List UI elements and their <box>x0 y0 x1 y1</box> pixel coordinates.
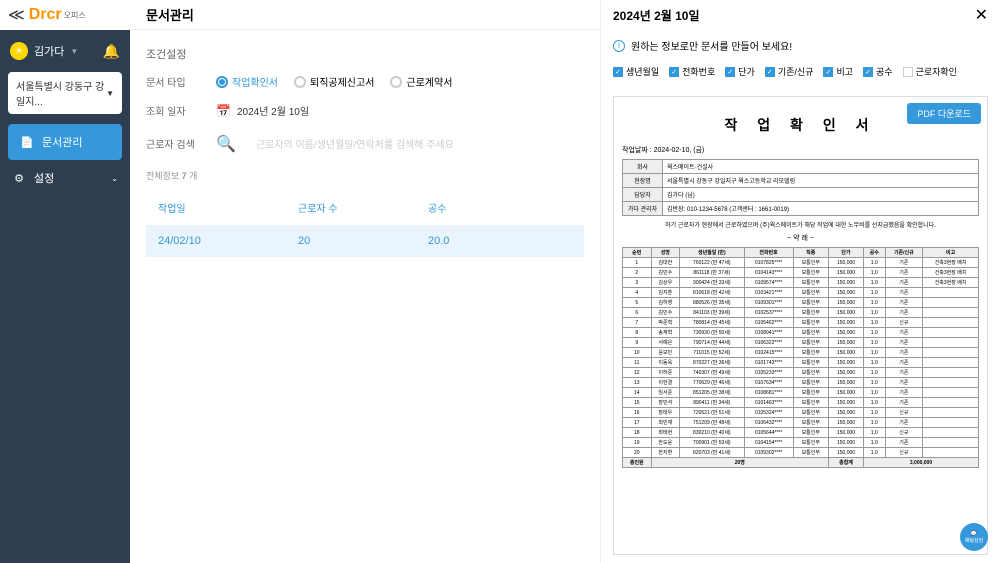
radio-work-confirm[interactable]: 작업확인서 <box>216 74 278 89</box>
doc-icon: 📄 <box>20 135 34 149</box>
banner-text: 원하는 정보로만 문서를 만들어 보세요! <box>631 38 792 53</box>
radio-label: 작업확인서 <box>232 74 278 89</box>
gear-icon: ⚙ <box>12 171 26 185</box>
worker-row: 7박준혁780814 (만 45세)0105462****보통인부150,000… <box>623 318 979 328</box>
radio-label: 근로계약서 <box>406 74 452 89</box>
worker-row: 2김민수861118 (만 37세)0104143****보통인부150,000… <box>623 268 979 278</box>
radio-retirement[interactable]: 퇴직공제신고서 <box>294 74 374 89</box>
nav-doc-mgmt[interactable]: 📄 문서관리 <box>8 124 122 160</box>
check-icon: ✓ <box>863 67 873 77</box>
chevron-down-icon: ▼ <box>106 89 114 98</box>
col-header-date: 작업일 <box>158 200 298 215</box>
radio-icon <box>390 76 402 88</box>
calendar-icon: 📅 <box>216 104 231 118</box>
logo-sub: 오피스 <box>64 10 86 21</box>
doc-subtitle: ~ 약 례 ~ <box>622 233 979 243</box>
check-icon: ✓ <box>823 67 833 77</box>
doc-info-table: 회사웍스메이트·건설사 현장명서울특별시 강동구 강일지구 웍스고등학교 리모델… <box>622 159 979 216</box>
worker-row: 16장태우720521 (만 51세)0105324****보통인부150,00… <box>623 408 979 418</box>
detail-title: 2024년 2월 10일 <box>613 7 700 24</box>
worker-table: 순번성명생년월일 (만)전화번호직종단가공수기존/신규비고 1김대한760122… <box>622 247 979 468</box>
worker-row: 12이하준740307 (만 49세)0105233****보통인부150,00… <box>623 368 979 378</box>
user-name: 김가다 <box>34 43 64 59</box>
radio-icon <box>216 76 228 88</box>
cell-date: 24/02/10 <box>158 235 298 247</box>
check-icon: ✓ <box>669 67 679 77</box>
bell-icon[interactable]: 🔔 <box>103 43 120 60</box>
radio-contract[interactable]: 근로계약서 <box>390 74 452 89</box>
close-icon[interactable]: ✕ <box>975 5 988 25</box>
form-label-type: 문서 타입 <box>146 74 196 89</box>
check-icon <box>903 67 913 77</box>
cell-count: 20 <box>298 235 428 247</box>
doc-preview: PDF 다운로드 작 업 확 인 서 작업날짜 : 2024-02-10, (금… <box>613 96 988 555</box>
worker-row: 15장민석890411 (만 34세)0101463****보통인부150,00… <box>623 398 979 408</box>
worker-row: 6김민수841103 (만 39세)0102537****보통인부150,000… <box>623 308 979 318</box>
checkbox-gongsu[interactable]: ✓공수 <box>863 65 893 78</box>
checkbox-note[interactable]: ✓비고 <box>823 65 853 78</box>
worker-row: 14임서준851205 (만 38세)0108681****보통인부150,00… <box>623 388 979 398</box>
logo: Drcr 오피스 <box>29 6 86 24</box>
date-value: 2024년 2월 10일 <box>237 103 309 118</box>
page-title: 문서관리 <box>146 5 194 24</box>
checkbox-phone[interactable]: ✓전화번호 <box>669 65 715 78</box>
form-label-search: 근로자 검색 <box>146 136 196 151</box>
col-header-count: 근로자 수 <box>298 200 428 215</box>
check-icon: ✓ <box>765 67 775 77</box>
search-icon: 🔍 <box>216 134 236 154</box>
table-header: 작업일 근로자 수 공수 <box>146 190 584 225</box>
logo-text: Drcr <box>29 6 62 24</box>
table-row[interactable]: 24/02/10 20 20.0 <box>146 225 584 257</box>
back-icon[interactable]: ≪ <box>8 5 25 25</box>
radio-icon <box>294 76 306 88</box>
worker-row: 17최민재751209 (만 48세)0106432****보통인부150,00… <box>623 418 979 428</box>
worker-row: 13이한결770629 (만 46세)0107634****보통인부150,00… <box>623 378 979 388</box>
result-count: 전체정보 7 개 <box>146 169 584 182</box>
worker-row: 10윤보민711015 (만 52세)0102415****보통인부150,00… <box>623 348 979 358</box>
worker-row: 9서예은790714 (만 44세)0106322****보통인부150,000… <box>623 338 979 348</box>
checkbox-price[interactable]: ✓단가 <box>725 65 755 78</box>
location-text: 서울특별시 강동구 강일지... <box>16 78 106 108</box>
checkbox-confirm[interactable]: 근로자확인 <box>903 65 957 78</box>
nav-label: 문서관리 <box>42 134 82 150</box>
worker-row: 19한도윤700901 (만 53세)0104154****보통인부150,00… <box>623 438 979 448</box>
chevron-down-icon: ⌄ <box>111 174 118 183</box>
section-title: 조건설정 <box>146 46 584 62</box>
worker-row: 3김상우900424 (만 33세)0109574****보통인부150,000… <box>623 278 979 288</box>
checkbox-birth[interactable]: ✓생년월일 <box>613 65 659 78</box>
worker-row: 8송재혁730930 (만 50세)0108941****보통인부150,000… <box>623 328 979 338</box>
user-avatar: ☀ <box>10 42 28 60</box>
chevron-down-icon[interactable]: ▼ <box>70 47 78 56</box>
worker-row: 11이동욱870227 (만 36세)0101743****보통인부150,00… <box>623 358 979 368</box>
info-icon: i <box>613 40 625 52</box>
cell-gongsu: 20.0 <box>428 235 508 247</box>
worker-row: 5김하영880526 (만 35세)0109301****보통인부150,000… <box>623 298 979 308</box>
nav-settings[interactable]: ⚙ 설정 ⌄ <box>0 160 130 196</box>
nav-label: 설정 <box>34 170 54 186</box>
date-picker[interactable]: 📅 2024년 2월 10일 <box>216 103 309 118</box>
check-icon: ✓ <box>725 67 735 77</box>
worker-row: 1김대한760122 (만 47세)0107825****보통인부150,000… <box>623 258 979 268</box>
search-input[interactable]: 근로자의 이름/생년월일/연락처를 검색해 주세요 <box>256 132 584 155</box>
chat-button[interactable]: 💬 채팅상담 <box>960 523 988 551</box>
worker-row: 18최태현830210 (만 40세)0105644****보통인부150,00… <box>623 428 979 438</box>
worker-row: 20한지환820703 (만 41세)0109302****보통인부150,00… <box>623 448 979 458</box>
worker-row: 4김지훈810618 (만 42세)0103421****보통인부150,000… <box>623 288 979 298</box>
pdf-download-button[interactable]: PDF 다운로드 <box>907 103 981 124</box>
doc-date: 작업날짜 : 2024-02-10, (금) <box>622 145 979 155</box>
col-header-gongsu: 공수 <box>428 200 508 215</box>
location-select[interactable]: 서울특별시 강동구 강일지... ▼ <box>8 72 122 114</box>
check-icon: ✓ <box>613 67 623 77</box>
form-label-date: 조회 일자 <box>146 103 196 118</box>
checkbox-type[interactable]: ✓기존/신규 <box>765 65 814 78</box>
doc-notice: 하기 근로자가 현장에서 근로하였으며 (주)웍스메이트가 해당 작업에 대한 … <box>622 220 979 229</box>
radio-label: 퇴직공제신고서 <box>310 74 374 89</box>
